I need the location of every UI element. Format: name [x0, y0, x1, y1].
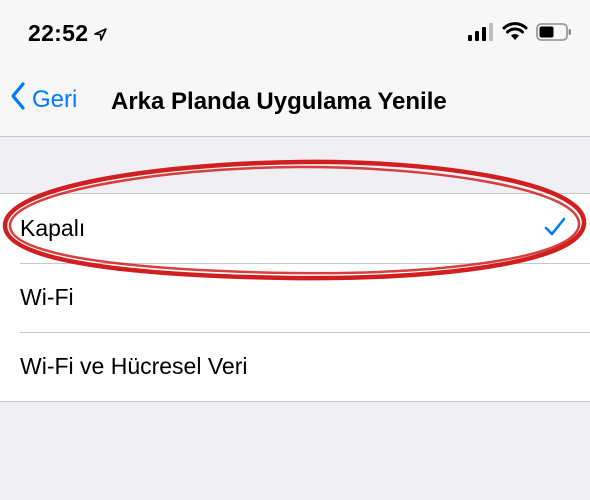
location-arrow-icon — [94, 20, 108, 47]
option-wifi[interactable]: Wi-Fi — [0, 263, 590, 332]
navigation-bar: Geri Arka Planda Uygulama Yenile — [0, 64, 590, 137]
cellular-signal-icon — [468, 23, 494, 46]
options-list: Kapalı Wi-Fi Wi-Fi ve Hücresel Veri — [0, 193, 590, 402]
battery-icon — [536, 23, 572, 46]
status-bar: 22:52 — [0, 0, 590, 64]
option-label: Wi-Fi ve Hücresel Veri — [20, 353, 248, 379]
checkmark-icon — [544, 216, 566, 243]
wifi-icon — [502, 22, 528, 47]
status-icons — [468, 22, 572, 47]
back-button[interactable]: Geri — [10, 82, 77, 117]
option-kapali[interactable]: Kapalı — [0, 194, 590, 263]
chevron-left-icon — [10, 82, 26, 117]
back-button-label: Geri — [32, 85, 78, 113]
option-wifi-cellular[interactable]: Wi-Fi ve Hücresel Veri — [0, 332, 590, 401]
option-label: Kapalı — [20, 215, 86, 241]
page-title: Arka Planda Uygulama Yenile — [111, 88, 447, 115]
option-label: Wi-Fi — [20, 284, 74, 310]
status-time: 22:52 — [28, 20, 108, 47]
status-time-text: 22:52 — [28, 20, 89, 46]
